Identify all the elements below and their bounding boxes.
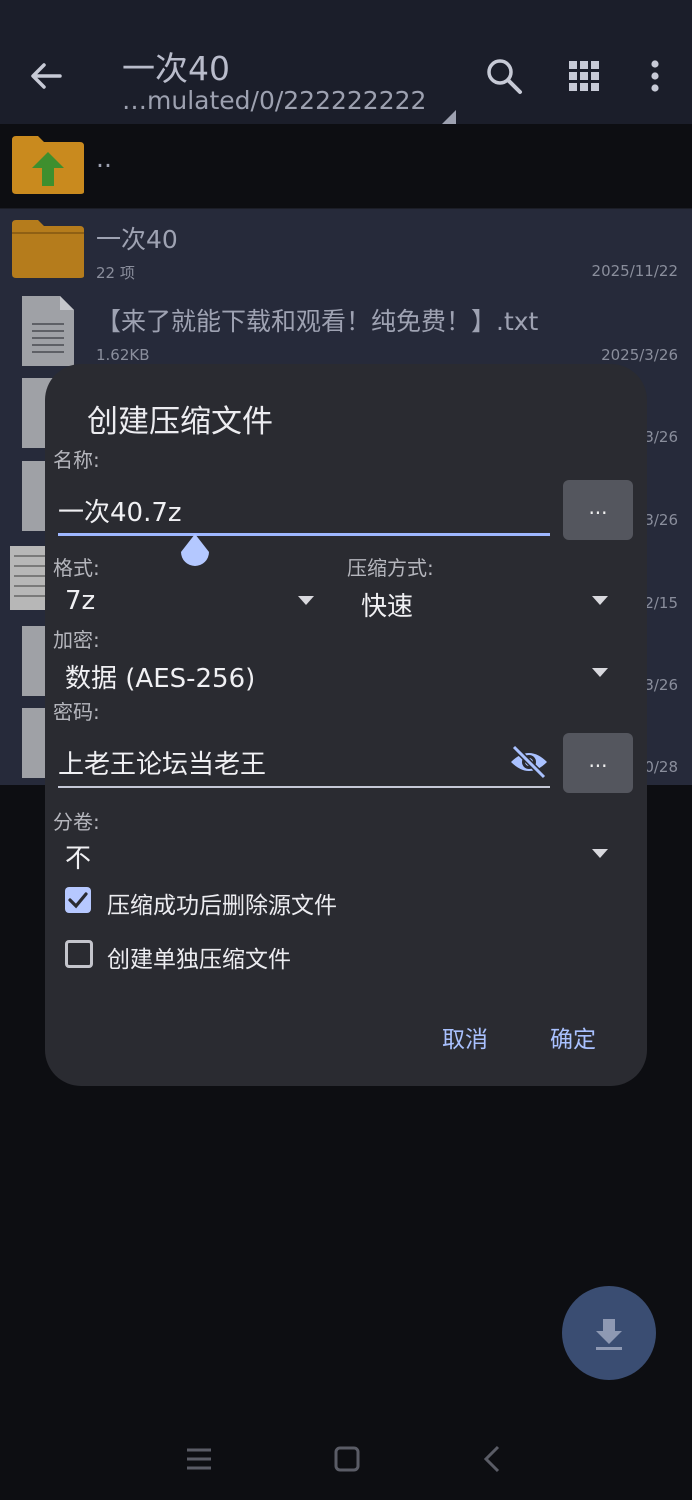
delete-source-label[interactable]: 压缩成功后删除源文件 [107, 886, 337, 920]
visibility-off-icon[interactable] [509, 744, 549, 780]
extract-fab[interactable] [562, 1286, 656, 1380]
encrypt-select[interactable]: 数据 (AES-256) [65, 658, 255, 695]
format-select[interactable]: 7z [65, 586, 95, 616]
file-name: 【来了就能下载和观看！纯免费！】.txt [96, 307, 539, 336]
file-name: 一次40 [96, 225, 178, 254]
back-nav-icon[interactable] [478, 1444, 508, 1474]
list-item[interactable]: 一次40 22 项 2025/11/22 [0, 208, 692, 290]
password-input-underline [58, 786, 550, 788]
dialog-title: 创建压缩文件 [87, 404, 273, 440]
home-icon[interactable] [332, 1444, 362, 1474]
method-select[interactable]: 快速 [361, 586, 413, 623]
cancel-button[interactable]: 取消 [442, 1020, 488, 1054]
method-label: 压缩方式: [347, 556, 434, 580]
recents-icon[interactable] [184, 1444, 214, 1474]
encrypt-dropdown-icon[interactable] [592, 668, 608, 677]
grid-view-icon[interactable] [564, 56, 604, 96]
folder-title: 一次40 [122, 49, 230, 88]
format-dropdown-icon[interactable] [298, 596, 314, 605]
file-meta: 22 项 [96, 264, 135, 282]
folder-icon [12, 220, 84, 278]
split-label: 分卷: [53, 810, 100, 834]
password-label: 密码: [53, 700, 100, 724]
create-archive-dialog: 创建压缩文件 名称: 一次40.7z ... 格式: 7z 压缩方式: 快速 加… [45, 364, 647, 1086]
file-list: .. [0, 124, 692, 209]
parent-folder-label: .. [96, 144, 112, 173]
file-meta: 1.62KB [96, 346, 150, 364]
method-dropdown-icon[interactable] [592, 596, 608, 605]
app-bar: 一次40 …mulated/0/222222222 [0, 12, 692, 128]
download-icon [596, 1319, 622, 1350]
archive-name-input[interactable]: 一次40.7z [58, 492, 182, 529]
file-date: 3/26 [644, 511, 678, 529]
split-dropdown-icon[interactable] [592, 849, 608, 858]
file-date: 3/26 [644, 676, 678, 694]
text-cursor-handle[interactable] [177, 532, 213, 572]
text-file-icon [22, 296, 74, 366]
file-date: 2025/3/26 [601, 346, 678, 364]
password-options-button[interactable]: ... [563, 733, 633, 793]
status-bar [0, 0, 692, 12]
parent-folder-row[interactable]: .. [0, 124, 692, 209]
folder-up-icon [12, 136, 84, 194]
file-date: 2025/11/22 [591, 262, 678, 280]
checkmark-icon [68, 892, 88, 909]
folder-path[interactable]: …mulated/0/222222222 [122, 86, 426, 115]
split-select[interactable]: 不 [65, 838, 91, 875]
name-label: 名称: [53, 448, 100, 472]
system-nav-bar [0, 1420, 692, 1500]
file-date: 0/28 [644, 758, 678, 776]
ok-button[interactable]: 确定 [550, 1020, 596, 1054]
name-input-underline [58, 533, 550, 536]
search-icon[interactable] [484, 56, 524, 96]
password-input[interactable]: 上老王论坛当老王 [58, 744, 266, 781]
back-arrow-icon[interactable] [26, 56, 66, 96]
delete-source-checkbox[interactable] [65, 887, 91, 913]
name-browse-button[interactable]: ... [563, 480, 633, 540]
encrypt-label: 加密: [53, 628, 100, 652]
format-label: 格式: [53, 556, 100, 580]
list-item[interactable]: 【来了就能下载和观看！纯免费！】.txt 1.62KB 2025/3/26 [0, 290, 692, 372]
file-date: 2/15 [644, 594, 678, 612]
separate-archives-checkbox[interactable] [65, 940, 93, 968]
file-date: 3/26 [644, 428, 678, 446]
separate-archives-label[interactable]: 创建单独压缩文件 [107, 940, 291, 974]
more-vert-icon[interactable] [635, 56, 675, 96]
